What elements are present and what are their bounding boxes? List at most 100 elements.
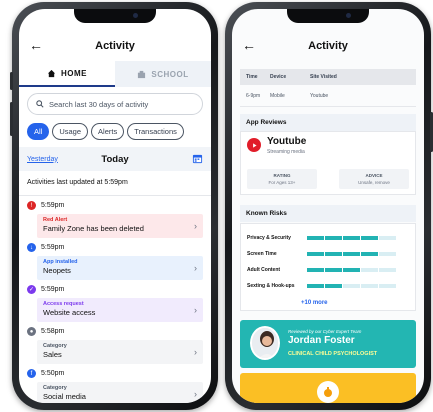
- entry-card[interactable]: Category Social media ›: [37, 382, 203, 403]
- tab-school-label: SCHOOL: [151, 69, 189, 79]
- risk-level-segment: [325, 252, 342, 256]
- filter-chips: All Usage Alerts Transactions: [27, 123, 207, 140]
- left-phone: ← Activity HOME SCHOOL Search last 30 da…: [10, 2, 218, 410]
- filter-alerts[interactable]: Alerts: [91, 123, 125, 140]
- facebook-icon: f: [27, 369, 36, 378]
- risk-level-segment: [343, 284, 360, 288]
- tab-school[interactable]: SCHOOL: [115, 61, 211, 87]
- entry-card[interactable]: Category Sales ›: [37, 340, 203, 364]
- header: ← Activity: [19, 35, 211, 57]
- risk-level-bar: [307, 284, 396, 288]
- mute-switch: [10, 72, 13, 90]
- tab-home[interactable]: HOME: [19, 61, 115, 87]
- risk-level-segment: [379, 236, 396, 240]
- cell-time: 6-9pm: [246, 92, 261, 99]
- risk-row: Privacy & Security: [247, 234, 409, 242]
- back-arrow-icon[interactable]: ←: [29, 37, 43, 53]
- entry-card[interactable]: App installed Neopets ›: [37, 256, 203, 280]
- risk-level-bar: [307, 252, 396, 256]
- col-time: Time: [246, 74, 258, 80]
- filter-all[interactable]: All: [27, 123, 50, 140]
- fist-icon: [317, 381, 339, 403]
- rating-box: RATING For Ages 13+: [247, 169, 317, 189]
- advice-value: Unsafe, remove: [358, 180, 390, 185]
- entry-value: Family Zone has been deleted: [43, 224, 144, 233]
- notch: [287, 9, 369, 23]
- right-phone: ← Activity Time Device Site Visited 6-9p…: [225, 2, 433, 410]
- page-title: Activity: [95, 40, 135, 52]
- entry-time: 5:59pm: [41, 202, 65, 209]
- entry-value: Neopets: [43, 266, 71, 275]
- table-row: 6-9pm Mobile Youtube: [240, 85, 416, 107]
- alert-icon: !: [27, 201, 36, 210]
- more-risks-link[interactable]: +10 more: [301, 300, 328, 306]
- risk-level-segment: [325, 268, 342, 272]
- chevron-right-icon: ›: [194, 263, 197, 273]
- yesterday-link[interactable]: Yesterday: [27, 156, 58, 163]
- expert-review-banner: Reviewed by our Cyber Expert Team Jordan…: [240, 320, 416, 368]
- risk-name: Sexting & Hook-ups: [247, 283, 295, 289]
- risk-level-segment: [379, 284, 396, 288]
- risk-level-bar: [307, 268, 396, 272]
- risk-level-segment: [325, 284, 342, 288]
- divider: [19, 195, 211, 196]
- volume-button: [10, 102, 13, 136]
- entry-time: 5:58pm: [41, 328, 65, 335]
- tab-bar: HOME SCHOOL: [19, 61, 211, 87]
- risk-level-segment: [379, 268, 396, 272]
- youtube-icon: [247, 138, 261, 152]
- download-icon: ↓: [27, 243, 36, 252]
- back-arrow-icon[interactable]: ←: [242, 37, 256, 53]
- entry-value: Sales: [43, 350, 62, 359]
- entry-card[interactable]: Access request Website access ›: [37, 298, 203, 322]
- expert-tagline: Reviewed by our Cyber Expert Team: [288, 329, 362, 334]
- risk-level-segment: [307, 284, 324, 288]
- filter-transactions[interactable]: Transactions: [127, 123, 184, 140]
- search-placeholder: Search last 30 days of activity: [49, 99, 149, 109]
- feed-entry[interactable]: f 5:50pm Category Social media ›: [19, 367, 211, 403]
- entry-card[interactable]: Red Alert Family Zone has been deleted ›: [37, 214, 203, 238]
- filter-usage[interactable]: Usage: [52, 123, 89, 140]
- tab-home-label: HOME: [61, 68, 87, 78]
- date-navigator: Yesterday Today: [19, 147, 211, 171]
- risk-name: Screen Time: [247, 251, 277, 257]
- entry-time: 5:50pm: [41, 370, 65, 377]
- risk-level-segment: [361, 252, 378, 256]
- rating-heading: RATING: [273, 173, 291, 178]
- chevron-right-icon: ›: [194, 347, 197, 357]
- notch: [74, 9, 156, 23]
- page-title: Activity: [308, 40, 348, 52]
- risk-level-segment: [307, 268, 324, 272]
- risk-level-segment: [343, 252, 360, 256]
- entry-label: App installed: [43, 259, 78, 265]
- search-input[interactable]: Search last 30 days of activity: [27, 93, 203, 115]
- usage-table: Time Device Site Visited 6-9pm Mobile Yo…: [240, 69, 416, 111]
- entry-time: 5:59pm: [41, 244, 65, 251]
- right-screen: ← Activity Time Device Site Visited 6-9p…: [232, 9, 424, 403]
- advice-heading: ADVICE: [365, 173, 383, 178]
- app-reviews-heading: App Reviews: [240, 114, 416, 131]
- calendar-icon[interactable]: [192, 153, 203, 164]
- risk-row: Sexting & Hook-ups: [247, 282, 409, 290]
- cell-site: Youtube: [310, 92, 329, 99]
- feed-entry[interactable]: ↓ 5:59pm App installed Neopets ›: [19, 241, 211, 280]
- chevron-right-icon: ›: [194, 221, 197, 231]
- risk-name: Privacy & Security: [247, 235, 291, 241]
- risk-level-segment: [307, 252, 324, 256]
- cell-device: Mobile: [270, 92, 285, 99]
- feed-entry[interactable]: ! 5:59pm Red Alert Family Zone has been d…: [19, 199, 211, 238]
- rating-value: For Ages 13+: [268, 180, 296, 185]
- entry-label: Red Alert: [43, 217, 68, 223]
- entry-value: Social media: [43, 392, 86, 401]
- feed-entry[interactable]: ✓ 5:59pm Access request Website access ›: [19, 283, 211, 322]
- known-risks-heading: Known Risks: [240, 205, 416, 222]
- risk-level-segment: [361, 284, 378, 288]
- risk-level-segment: [343, 268, 360, 272]
- risk-level-segment: [307, 236, 324, 240]
- feed-entry[interactable]: ● 5:58pm Category Sales ›: [19, 325, 211, 364]
- entry-label: Category: [43, 385, 67, 391]
- chevron-right-icon: ›: [194, 305, 197, 315]
- category-icon: ●: [27, 327, 36, 336]
- entry-value: Website access: [43, 308, 96, 317]
- entry-label: Access request: [43, 301, 84, 307]
